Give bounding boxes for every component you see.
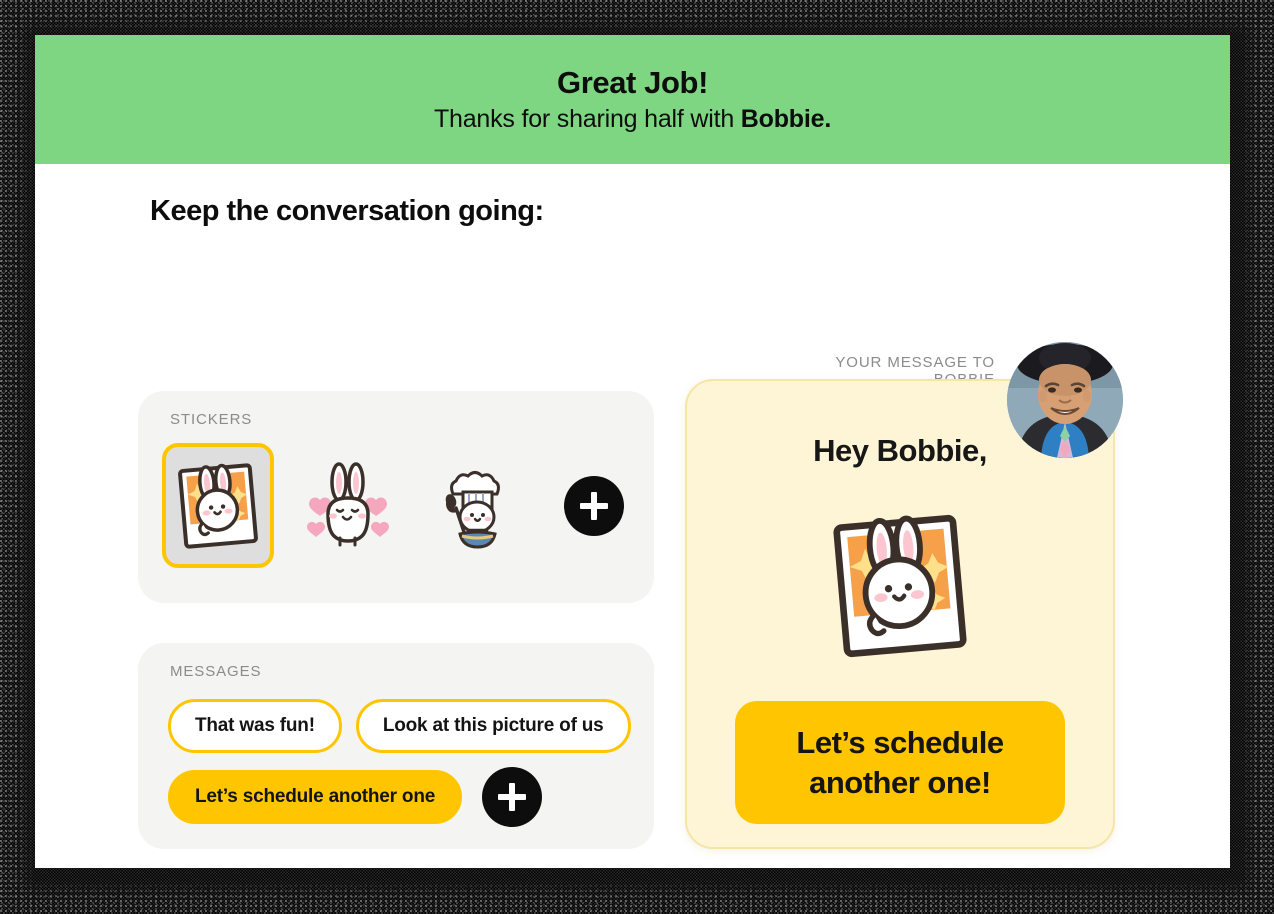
- messages-chip-row-2: Let’s schedule another one: [168, 767, 628, 827]
- bunny-photo-frame-sticker: [825, 506, 975, 671]
- message-chip-schedule-another-one[interactable]: Let’s schedule another one: [168, 770, 463, 824]
- messages-chip-rows: That was fun! Look at this picture of us…: [168, 699, 631, 841]
- stickers-panel-label: STICKERS: [170, 411, 253, 428]
- success-banner: Great Job! Thanks for sharing half with …: [35, 35, 1230, 164]
- page-title: Keep the conversation going:: [150, 195, 544, 227]
- sticker-option-bunny-chef[interactable]: [422, 443, 534, 568]
- app-card: Great Job! Thanks for sharing half with …: [35, 35, 1230, 868]
- banner-title: Great Job!: [556, 64, 709, 100]
- plus-icon[interactable]: [564, 475, 624, 536]
- plus-icon[interactable]: [482, 767, 543, 827]
- messages-chip-row-1: That was fun! Look at this picture of us: [168, 699, 631, 753]
- add-sticker-button-wrap[interactable]: [564, 475, 624, 536]
- sticker-option-bunny-hearts[interactable]: [292, 443, 404, 568]
- bunny-chef-sticker: [430, 458, 526, 554]
- bunny-photo-frame-sticker: [173, 458, 263, 554]
- messages-panel: MESSAGES That was fun! Look at this pict…: [138, 643, 654, 849]
- messages-panel-label: MESSAGES: [170, 663, 262, 680]
- message-chip-look-at-this-picture[interactable]: Look at this picture of us: [355, 699, 631, 753]
- screenshot-root: Great Job! Thanks for sharing half with …: [0, 0, 1274, 914]
- message-chip-that-was-fun[interactable]: That was fun!: [168, 699, 342, 753]
- banner-subtitle-prefix: Thanks for sharing half with: [433, 104, 741, 133]
- sticker-option-bunny-photo-frame[interactable]: [162, 443, 274, 568]
- banner-subtitle-name: Bobbie.: [740, 104, 832, 133]
- preview-message-bubble[interactable]: Let’s schedule another one!: [735, 701, 1065, 825]
- add-message-button-wrap[interactable]: [482, 767, 543, 827]
- body-area: Keep the conversation going: STICKERS ME…: [35, 164, 1230, 868]
- bunny-hearts-sticker: [300, 458, 396, 554]
- stickers-row: [162, 443, 624, 568]
- stickers-panel: STICKERS: [138, 391, 654, 603]
- avatar: [1007, 342, 1123, 458]
- banner-subtitle: Thanks for sharing half with Bobbie.: [433, 104, 832, 134]
